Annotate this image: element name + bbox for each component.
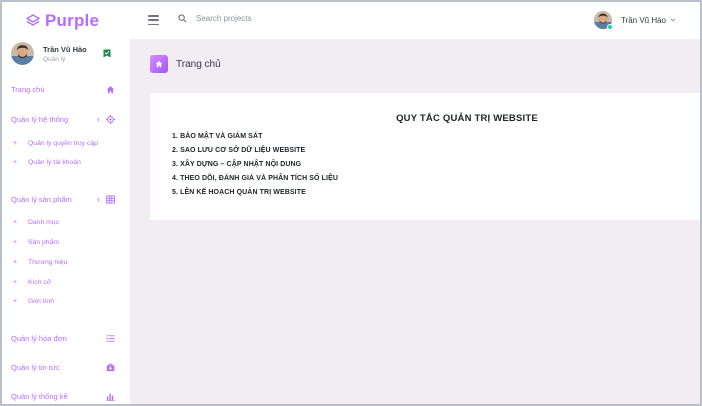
page-header: Trang chủ — [150, 55, 221, 73]
sidebar-subitem-products[interactable]: + Sản phẩm — [13, 239, 59, 246]
sidebar-subitem-label: Thương hiệu — [28, 259, 68, 266]
search-bar — [178, 14, 346, 23]
search-input[interactable] — [196, 14, 346, 23]
chevron-left-icon: ‹ — [97, 114, 100, 124]
home-icon — [155, 60, 163, 68]
list-item: 4. THEO DÕI, ĐÁNH GIÁ VÀ PHÂN TÍCH SỐ LI… — [172, 175, 338, 182]
page-header-icon — [150, 55, 168, 73]
card-title: QUY TẮC QUẢN TRỊ WEBSITE — [396, 113, 538, 124]
bookmark-check-icon — [103, 49, 111, 58]
list-item: 1. BẢO MẬT VÀ GIÁM SÁT — [172, 133, 263, 140]
list-item: 2. SAO LƯU CƠ SỞ DỮ LIỆU WEBSITE — [172, 147, 306, 154]
page-title: Trang chủ — [176, 58, 221, 70]
chart-bar-icon — [106, 393, 115, 401]
top-navbar: Purple Search projects Trần Vũ Hào — [2, 2, 700, 39]
user-dropdown[interactable]: Trần Vũ Hào — [593, 11, 676, 30]
chevron-down-icon — [670, 18, 676, 22]
layers-icon — [26, 13, 40, 26]
plus-icon: + — [13, 239, 18, 246]
plus-icon: + — [13, 298, 18, 305]
sidebar-item-products[interactable]: Quản lý sản phẩm ‹ — [11, 194, 115, 204]
sidebar-subitem-sizes[interactable]: + Kích cỡ — [13, 279, 51, 286]
chevron-left-icon: ‹ — [97, 194, 100, 204]
sidebar: Trần Vũ Hào Quản lý Trang chủ Quản lý hệ… — [2, 39, 130, 404]
sidebar-item-label: Quản lý thống kê — [11, 392, 68, 401]
rules-card: QUY TẮC QUẢN TRỊ WEBSITE 1. BẢO MẬT VÀ G… — [150, 93, 700, 220]
sidebar-subitem-genders[interactable]: + Giới tính — [13, 298, 54, 305]
sidebar-subitem-label: Kích cỡ — [28, 279, 52, 286]
list-icon — [106, 335, 115, 342]
plus-icon: + — [13, 159, 18, 166]
list-item: 5. LÊN KẾ HOẠCH QUẢN TRỊ WEBSITE — [172, 189, 306, 196]
sidebar-profile[interactable]: Trần Vũ Hào Quản lý — [11, 42, 121, 68]
sidebar-item-news[interactable]: Quản lý tin tức — [11, 363, 115, 372]
app-window: Purple Search projects Trần Vũ Hào Trần … — [0, 0, 702, 406]
avatar — [11, 42, 34, 65]
sidebar-subitem-categories[interactable]: + Danh mục — [13, 219, 59, 226]
sidebar-subitem-brands[interactable]: + Thương hiệu — [13, 259, 67, 266]
plus-icon: + — [13, 279, 18, 286]
home-icon — [106, 86, 115, 94]
medical-bag-icon — [106, 363, 115, 372]
sidebar-item-orders[interactable]: Quản lý hóa đơn — [11, 334, 115, 343]
online-status-dot — [606, 24, 613, 30]
sidebar-item-system[interactable]: Quản lý hệ thống ‹ — [11, 114, 115, 124]
user-name: Trần Vũ Hào — [620, 15, 666, 25]
profile-role: Quản lý — [43, 56, 66, 63]
sidebar-item-label: Quản lý sản phẩm — [11, 194, 72, 204]
plus-icon: + — [13, 219, 18, 226]
sidebar-item-label: Quản lý tin tức — [11, 363, 60, 372]
rules-list: 1. BẢO MẬT VÀ GIÁM SÁT 2. SAO LƯU CƠ SỞ … — [172, 130, 338, 200]
sidebar-item-stats[interactable]: Quản lý thống kê — [11, 392, 115, 401]
sidebar-item-label: Quản lý hệ thống — [11, 114, 69, 124]
sidebar-item-label: Quản lý hóa đơn — [11, 334, 67, 343]
menu-toggle-icon[interactable] — [148, 15, 159, 25]
sidebar-subitem-access-rights[interactable]: + Quản lý quyền truy cập — [13, 140, 98, 147]
plus-icon: + — [13, 140, 18, 147]
brand-logo[interactable]: Purple — [2, 2, 130, 39]
avatar — [593, 11, 613, 30]
search-icon — [178, 14, 187, 23]
sidebar-subitem-accounts[interactable]: + Quản lý tài khoản — [13, 159, 81, 166]
sidebar-item-home[interactable]: Trang chủ — [11, 85, 115, 94]
table-icon — [106, 194, 115, 204]
brand-name: Purple — [45, 10, 100, 30]
sidebar-subitem-label: Quản lý tài khoản — [28, 159, 81, 166]
sidebar-item-label: Trang chủ — [11, 85, 45, 94]
sidebar-subitem-label: Quản lý quyền truy cập — [28, 140, 98, 147]
profile-name: Trần Vũ Hào — [43, 45, 87, 54]
sidebar-subitem-label: Sản phẩm — [28, 239, 59, 246]
crosshairs-icon — [106, 114, 115, 124]
list-item: 3. XÂY DỰNG – CẬP NHẬT NỘI DUNG — [172, 161, 302, 168]
plus-icon: + — [13, 259, 18, 266]
sidebar-subitem-label: Giới tính — [28, 298, 54, 305]
sidebar-subitem-label: Danh mục — [28, 219, 59, 226]
